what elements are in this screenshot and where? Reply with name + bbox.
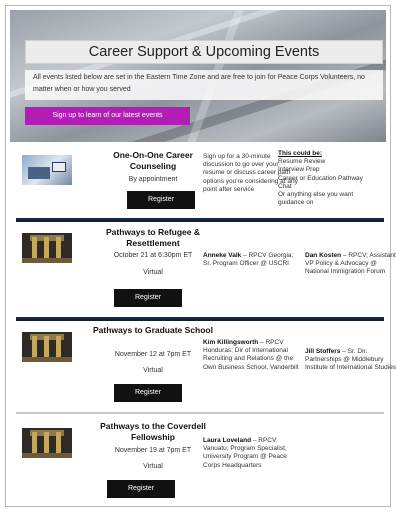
register-button-grad-school[interactable]: Register — [114, 384, 182, 402]
section-divider — [16, 412, 384, 414]
speaker-name: Dan Kosten — [305, 252, 342, 259]
column-shape — [44, 432, 49, 454]
signup-button[interactable]: Sign up to learn of our latest events — [25, 107, 190, 125]
register-button-counseling[interactable]: Register — [127, 191, 195, 209]
speaker-coverdell-1: Laura Loveland – RPCV Vanuatu; Program S… — [203, 437, 299, 470]
could-be-title: This could be: — [278, 150, 323, 157]
floor-shape — [22, 357, 72, 362]
section-divider — [16, 218, 384, 222]
column-shape — [56, 432, 61, 454]
event-date-counseling: By appointment — [128, 176, 178, 183]
floor-shape — [22, 258, 72, 263]
column-shape — [32, 432, 37, 454]
could-be-item: Career or Education Pathway Chat — [278, 174, 363, 190]
could-be-item: Or anything else you want guidance on — [278, 191, 354, 207]
page-title: Career Support & Upcoming Events — [25, 40, 383, 64]
speaker-name: Kim Killingsworth — [203, 339, 259, 346]
speaker-name: Anneke Valk — [203, 252, 242, 259]
event-date-grad-school: November 12 at 7pm ET — [114, 351, 192, 358]
could-be-item: Interview Prep — [278, 166, 320, 174]
hall-thumbnail-icon — [22, 233, 72, 263]
speaker-grad-school-2: Jill Stoffers – Sr. Dir. Partnerships @ … — [305, 348, 396, 373]
column-shape — [56, 237, 61, 259]
column-shape — [32, 237, 37, 259]
event-date-coverdell: November 19 at 7pm ET — [114, 447, 192, 454]
speaker-refugee-1: Anneke Valk – RPCV Georgia; Sr. Program … — [203, 252, 299, 268]
register-button-coverdell[interactable]: Register — [107, 480, 175, 498]
speaker-name: Laura Loveland — [203, 437, 252, 444]
hero-description: All events listed below are set in the E… — [25, 70, 383, 100]
could-be-item: Resume Review — [278, 158, 326, 166]
speaker-name: Jill Stoffers — [305, 348, 341, 355]
column-shape — [56, 336, 61, 358]
column-shape — [32, 336, 37, 358]
floor-shape — [22, 453, 72, 458]
event-title-grad-school: Pathways to Graduate School — [93, 325, 213, 335]
event-mode-grad-school: Virtual — [143, 367, 163, 374]
register-button-refugee[interactable]: Register — [114, 289, 182, 307]
column-shape — [44, 237, 49, 259]
hall-thumbnail-icon — [22, 428, 72, 458]
section-divider — [16, 317, 384, 321]
event-date-refugee: October 21 at 6:30pm ET — [113, 252, 193, 259]
office-thumbnail-icon — [22, 155, 72, 185]
event-mode-refugee: Virtual — [143, 269, 163, 276]
event-title-counseling: One-On-One Career Counseling — [113, 150, 193, 171]
speaker-refugee-2: Dan Kosten – RPCV; Assistant VP Policy &… — [305, 252, 396, 277]
screen-shape — [52, 162, 66, 172]
event-mode-coverdell: Virtual — [143, 463, 163, 470]
hall-thumbnail-icon — [22, 332, 72, 362]
event-title-refugee: Pathways to Refugee & Resettlement — [106, 227, 200, 248]
column-shape — [44, 336, 49, 358]
could-be-list: This could be: Resume Review Interview P… — [278, 150, 370, 207]
speaker-grad-school-1: Kim Killingsworth – RPCV Honduras; Dir o… — [203, 339, 299, 372]
desk-shape — [28, 167, 50, 179]
event-title-coverdell: Pathways to the Coverdell Fellowship — [100, 421, 206, 442]
